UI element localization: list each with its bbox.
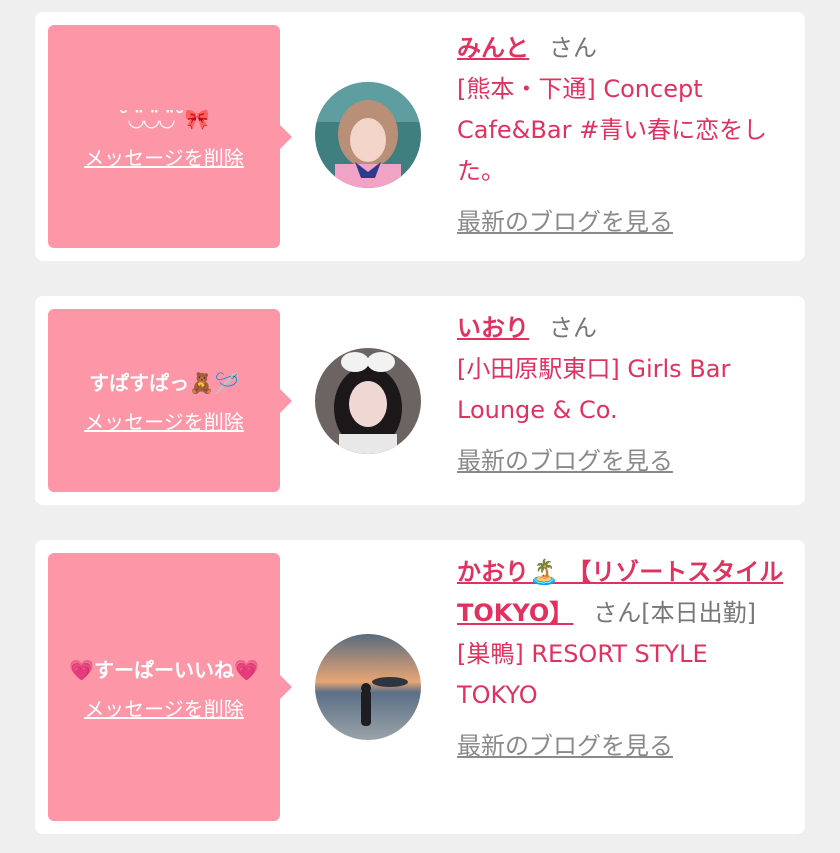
avatar[interactable] — [315, 634, 421, 740]
latest-blog-link[interactable]: 最新のブログを見る — [457, 208, 673, 236]
shop-name: [熊本・下通] Concept Cafe&Bar #青い春に恋をした。 — [457, 75, 768, 185]
message-text: 💗すーぱーいいね💗 — [69, 657, 259, 682]
latest-blog-link[interactable]: 最新のブログを見る — [457, 732, 673, 760]
avatar[interactable] — [315, 82, 421, 188]
latest-blog-link[interactable]: 最新のブログを見る — [457, 447, 673, 475]
message-card: すぱすぱっ🧸🪡 メッセージを削除 いおり さん [小田原駅東口] Girls Ba… — [35, 296, 805, 505]
honorific: さん[本日出勤] — [593, 599, 757, 627]
cast-info: かおり🏝️ 【リゾートスタイルTOKYO】 さん[本日出勤] [巣鴨] RESOR… — [457, 552, 792, 767]
message-text: すぱすぱっ🧸🪡 — [89, 371, 239, 395]
cast-info: みんと さん [熊本・下通] Concept Cafe&Bar #青い春に恋をした… — [457, 28, 792, 243]
cast-name-link[interactable]: みんと — [457, 34, 529, 62]
delete-message-link[interactable]: メッセージを削除 — [84, 693, 244, 722]
message-bubble: すぱすぱっ🧸🪡 メッセージを削除 — [48, 309, 292, 492]
cast-name-link[interactable]: いおり — [457, 314, 529, 342]
honorific: さん — [549, 34, 597, 62]
avatar-photo — [315, 82, 421, 188]
avatar-photo — [315, 348, 421, 454]
shop-name: [巣鴨] RESORT STYLE TOKYO — [457, 640, 708, 709]
message-text: ˘◡̈◡̈◡̈˘🎀 — [118, 107, 210, 131]
cast-name-row: いおり さん — [457, 308, 792, 349]
message-bubble: ˘◡̈◡̈◡̈˘🎀 メッセージを削除 — [48, 25, 292, 248]
delete-message-link[interactable]: メッセージを削除 — [84, 142, 244, 171]
delete-message-link[interactable]: メッセージを削除 — [84, 406, 244, 435]
avatar-photo — [315, 634, 421, 740]
shop-name: [小田原駅東口] Girls Bar Lounge & Co. — [457, 355, 731, 424]
message-bubble: 💗すーぱーいいね💗 メッセージを削除 — [48, 553, 292, 821]
cast-name-row: かおり🏝️ 【リゾートスタイルTOKYO】 さん[本日出勤] — [457, 552, 792, 634]
cast-info: いおり さん [小田原駅東口] Girls Bar Lounge & Co. 最新… — [457, 308, 792, 482]
cast-name-row: みんと さん — [457, 28, 792, 69]
message-card: ˘◡̈◡̈◡̈˘🎀 メッセージを削除 みんと さん [熊本・下通] Concept… — [35, 12, 805, 261]
honorific: さん — [549, 314, 597, 342]
avatar[interactable] — [315, 348, 421, 454]
message-card: 💗すーぱーいいね💗 メッセージを削除 かおり🏝️ 【リゾートスタイルTOKYO】… — [35, 540, 805, 834]
